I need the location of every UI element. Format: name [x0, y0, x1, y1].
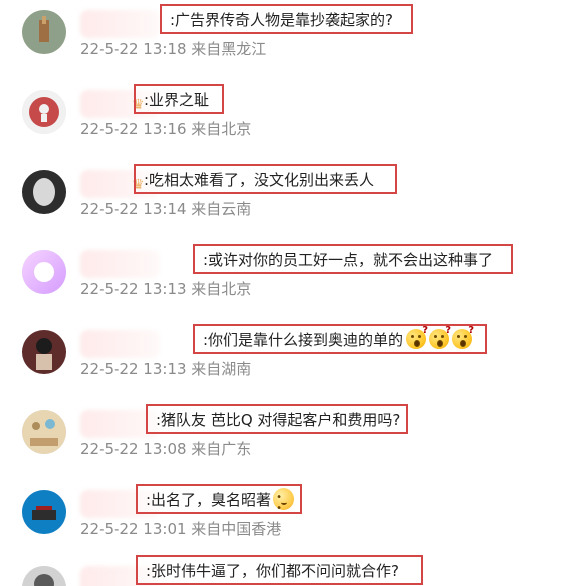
username-blur: [80, 330, 160, 358]
comment-item: :出名了，臭名昭著 22-5-22 13:01 来自中国香港: [0, 480, 570, 560]
question-face-icon: ?: [429, 325, 451, 349]
comment-item: :或许对你的员工好一点，就不会出这种事了 22-5-22 13:13 来自北京: [0, 240, 570, 320]
comment-highlight: :猪队友 芭比Q 对得起客户和费用吗?: [146, 404, 408, 434]
comment-text: :你们是靠什么接到奥迪的单的: [203, 330, 404, 349]
comment-meta: 22-5-22 13:08 来自广东: [80, 440, 252, 458]
comment-highlight: :你们是靠什么接到奥迪的单的 ? ? ?: [193, 324, 487, 354]
comment-text: :猪队友 芭比Q 对得起客户和费用吗?: [156, 410, 401, 429]
comment-item: :张时伟牛逼了，你们都不问问就合作?: [0, 555, 570, 586]
comment-highlight: :出名了，臭名昭著: [136, 484, 302, 514]
avatar[interactable]: [22, 90, 66, 134]
avatar-icon: [22, 10, 66, 54]
comment-meta: 22-5-22 13:13 来自北京: [80, 280, 252, 298]
comment-text: :广告界传奇人物是靠抄袭起家的?: [170, 10, 394, 29]
username-blur: [80, 250, 160, 278]
comment-item: :你们是靠什么接到奥迪的单的 ? ? ? 22-5-22 13:13 来自湖南: [0, 320, 570, 400]
avatar[interactable]: [22, 410, 66, 454]
comment-text: :张时伟牛逼了，你们都不问问就合作?: [146, 561, 400, 580]
avatar-icon: [22, 330, 66, 374]
comment-meta: 22-5-22 13:14 来自云南: [80, 200, 252, 218]
comment-text: :或许对你的员工好一点，就不会出这种事了: [203, 250, 494, 269]
comment-highlight: :张时伟牛逼了，你们都不问问就合作?: [136, 555, 423, 585]
avatar-icon: [22, 170, 66, 214]
avatar[interactable]: [22, 566, 66, 586]
question-face-icon: ?: [406, 325, 428, 349]
comment-highlight: :或许对你的员工好一点，就不会出这种事了: [193, 244, 513, 274]
comment-meta: 22-5-22 13:18 来自黑龙江: [80, 40, 267, 58]
avatar[interactable]: [22, 170, 66, 214]
comment-highlight: :吃相太难看了，没文化别出来丢人: [134, 164, 397, 194]
comment-highlight: :广告界传奇人物是靠抄袭起家的?: [160, 4, 413, 34]
cat-face-icon: [273, 488, 294, 514]
avatar-icon: [22, 250, 66, 294]
comment-list: :广告界传奇人物是靠抄袭起家的? 22-5-22 13:18 来自黑龙江 ♛ :…: [0, 0, 570, 586]
comment-item: :猪队友 芭比Q 对得起客户和费用吗? 22-5-22 13:08 来自广东: [0, 400, 570, 480]
avatar-icon: [22, 90, 66, 134]
avatar[interactable]: [22, 490, 66, 534]
comment-highlight: :业界之耻: [134, 84, 224, 114]
avatar[interactable]: [22, 10, 66, 54]
comment-text: :出名了，臭名昭著: [146, 490, 272, 509]
avatar-icon: [22, 490, 66, 534]
comment-meta: 22-5-22 13:13 来自湖南: [80, 360, 252, 378]
comment-meta: 22-5-22 13:16 来自北京: [80, 120, 252, 138]
question-face-icon: ?: [452, 325, 474, 349]
username-blur: [80, 10, 160, 38]
comment-text: :业界之耻: [144, 90, 210, 109]
avatar[interactable]: [22, 250, 66, 294]
comment-item: ♛ :业界之耻 22-5-22 13:16 来自北京: [0, 80, 570, 160]
comment-text: :吃相太难看了，没文化别出来丢人: [144, 170, 375, 189]
avatar-icon: [22, 566, 66, 586]
comment-meta: 22-5-22 13:01 来自中国香港: [80, 520, 282, 538]
comment-item: ♛ :吃相太难看了，没文化别出来丢人 22-5-22 13:14 来自云南: [0, 160, 570, 240]
avatar[interactable]: [22, 330, 66, 374]
avatar-icon: [22, 410, 66, 454]
comment-item: :广告界传奇人物是靠抄袭起家的? 22-5-22 13:18 来自黑龙江: [0, 0, 570, 80]
